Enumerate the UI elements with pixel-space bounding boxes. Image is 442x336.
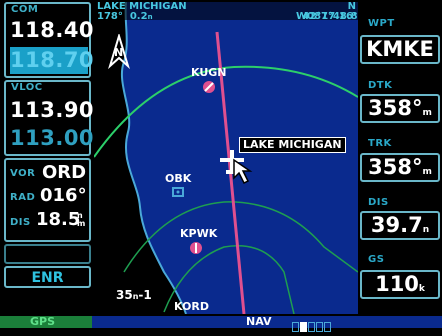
waypoint-kpwk-label: KPWK (180, 227, 218, 240)
com-standby-frequency[interactable]: 118.700 (10, 47, 109, 74)
dis-label: DIS (368, 197, 389, 208)
dtk-value[interactable]: 358°m (360, 94, 440, 123)
cursor-arrow-icon (233, 158, 253, 185)
gs-label: GS (368, 254, 385, 265)
north-label: N (114, 46, 124, 59)
distance-value: 18.5 (36, 209, 81, 230)
nav-page-label[interactable]: NAV (246, 315, 272, 328)
distance-label: DIS (10, 217, 31, 228)
trk-label: TRK (368, 138, 392, 149)
mode-box[interactable]: ENR (4, 266, 91, 288)
vor-ident: ORD (42, 162, 87, 183)
blank-box (4, 244, 91, 264)
map-callout: LAKE MICHIGAN (239, 137, 346, 153)
waypoint-kord-label: KORD (174, 300, 209, 313)
trk-value[interactable]: 358°m (360, 153, 440, 182)
status-bar: GPS NAV (0, 315, 442, 332)
page-indicator (292, 317, 331, 332)
dis-value[interactable]: 39.7n (360, 211, 440, 240)
waypoint-obk-label: OBK (165, 172, 192, 185)
vor-station-icon[interactable] (172, 187, 184, 197)
vloc-box[interactable]: VLOC 113.90 113.00 (4, 80, 94, 156)
com-box[interactable]: COM 118.400 118.700 (4, 2, 109, 78)
com-active-frequency[interactable]: 118.400 (10, 18, 109, 42)
vloc-label: VLOC (11, 82, 43, 93)
vor-box: VOR ORD RAD 016° DIS 18.5 nm (4, 158, 91, 242)
longitude: W087°48.83' (296, 11, 368, 22)
bearing-distance: 178° 0.2n (97, 11, 153, 22)
airport-icon[interactable] (202, 80, 216, 94)
distance-unit: nm (77, 211, 86, 228)
gs-value[interactable]: 110k (360, 270, 440, 299)
radial-value: 016° (40, 185, 87, 206)
vloc-active-frequency[interactable]: 113.90 (10, 98, 94, 122)
vloc-standby-frequency[interactable]: 113.00 (10, 126, 94, 150)
wpt-value[interactable]: KMKE (360, 35, 440, 64)
mode-label: ENR (31, 270, 64, 286)
vor-label: VOR (10, 168, 36, 179)
wpt-label: WPT (368, 18, 395, 29)
airport-icon[interactable] (189, 241, 203, 255)
radial-label: RAD (10, 192, 36, 203)
gps-mode-label[interactable]: GPS (30, 315, 55, 328)
waypoint-kugn-label: KUGN (191, 66, 227, 79)
dtk-label: DTK (368, 80, 393, 91)
com-label: COM (11, 4, 39, 15)
map-range[interactable]: 35n-1 (116, 288, 152, 302)
